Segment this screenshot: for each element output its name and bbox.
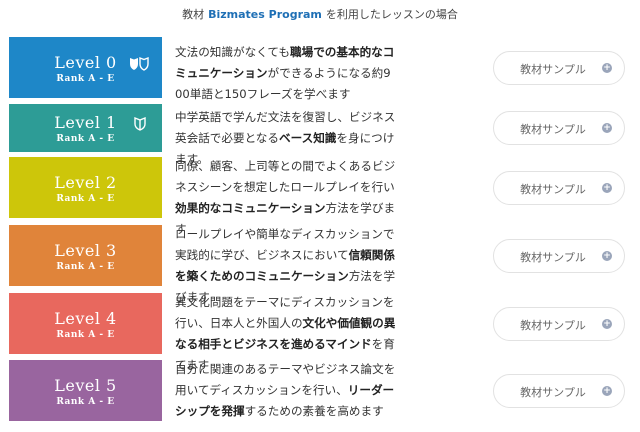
level-description: 自分に関連のあるテーマやビジネス論文を 用いてディスカッションを行い、リーダー シッ… — [175, 362, 396, 418]
material-sample-label: 教材サンプル — [520, 250, 586, 264]
material-sample-button[interactable]: 教材サンプル + — [493, 50, 625, 85]
level-badge: Level 0 Rank A - E — [9, 37, 162, 98]
material-sample-button[interactable]: 教材サンプル + — [493, 306, 625, 341]
material-sample-button[interactable]: 教材サンプル + — [493, 238, 625, 273]
plus-circle-icon: + — [602, 123, 612, 133]
level-badge: Level 3 Rank A - E — [9, 225, 162, 286]
heading-suffix: を利用したレッスンの場合 — [325, 8, 458, 21]
level-rank: Rank A - E — [56, 193, 115, 204]
material-sample-label: 教材サンプル — [520, 385, 586, 399]
level-rank: Rank A - E — [56, 396, 115, 407]
material-sample-label: 教材サンプル — [520, 62, 586, 76]
level-badge: Level 1 Rank A - E — [9, 104, 162, 152]
level-rank: Rank A - E — [56, 261, 115, 272]
material-sample-label: 教材サンプル — [520, 123, 586, 136]
level-row-0: Level 0 Rank A - E 文法の知識がなくても職場での基本的なコ ミュニケ… — [9, 37, 631, 101]
plus-circle-icon: + — [602, 385, 612, 396]
level-title: Level 5 — [54, 375, 117, 395]
level-row-1: Level 1 Rank A - E 中学英語で学んだ文法を復習し、ビジネス 英会話で… — [9, 104, 631, 166]
level-row-4: Level 4 Rank A - E 異文化問題をテーマにディスカッションを 行い、日… — [9, 293, 631, 372]
level-rank: Rank A - E — [56, 329, 115, 340]
level-title: Level 3 — [54, 240, 117, 260]
plus-circle-icon: + — [602, 318, 612, 329]
level-row-3: Level 3 Rank A - E ロールプレイや簡単なディスカッションで 実践的に… — [9, 225, 631, 304]
section-heading: 教材 Bizmates Program を利用したレッスンの場合 — [0, 6, 640, 22]
heading-prefix: 教材 — [182, 8, 205, 21]
brand-logo: Bizmates Program — [208, 8, 322, 21]
plus-circle-icon: + — [602, 250, 612, 261]
level-rank: Rank A - E — [56, 73, 115, 84]
double-shield-icon — [129, 56, 151, 71]
material-sample-button[interactable]: 教材サンプル + — [493, 170, 625, 205]
plus-circle-icon: + — [602, 182, 612, 193]
level-row-2: Level 2 Rank A - E 同僚、顧客、上司等との間でよくあるビジ ネスシー… — [9, 157, 631, 236]
level-title: Level 2 — [54, 172, 117, 192]
material-sample-button[interactable]: 教材サンプル + — [493, 373, 625, 408]
level-title: Level 4 — [54, 308, 117, 328]
level-badge: Level 5 Rank A - E — [9, 360, 162, 421]
material-sample-label: 教材サンプル — [520, 182, 586, 196]
level-badge: Level 4 Rank A - E — [9, 293, 162, 354]
level-badge: Level 2 Rank A - E — [9, 157, 162, 218]
level-row-5: Level 5 Rank A - E 自分に関連のあるテーマやビジネス論文を 用いてデ… — [9, 360, 631, 421]
material-sample-button[interactable]: 教材サンプル + — [493, 111, 625, 145]
material-sample-label: 教材サンプル — [520, 318, 586, 332]
level-description: 文法の知識がなくても職場での基本的なコ ミュニケーションができるようになる約9 00… — [175, 45, 395, 101]
shield-icon — [133, 116, 147, 131]
plus-circle-icon: + — [602, 62, 612, 73]
level-rank: Rank A - E — [56, 134, 115, 144]
